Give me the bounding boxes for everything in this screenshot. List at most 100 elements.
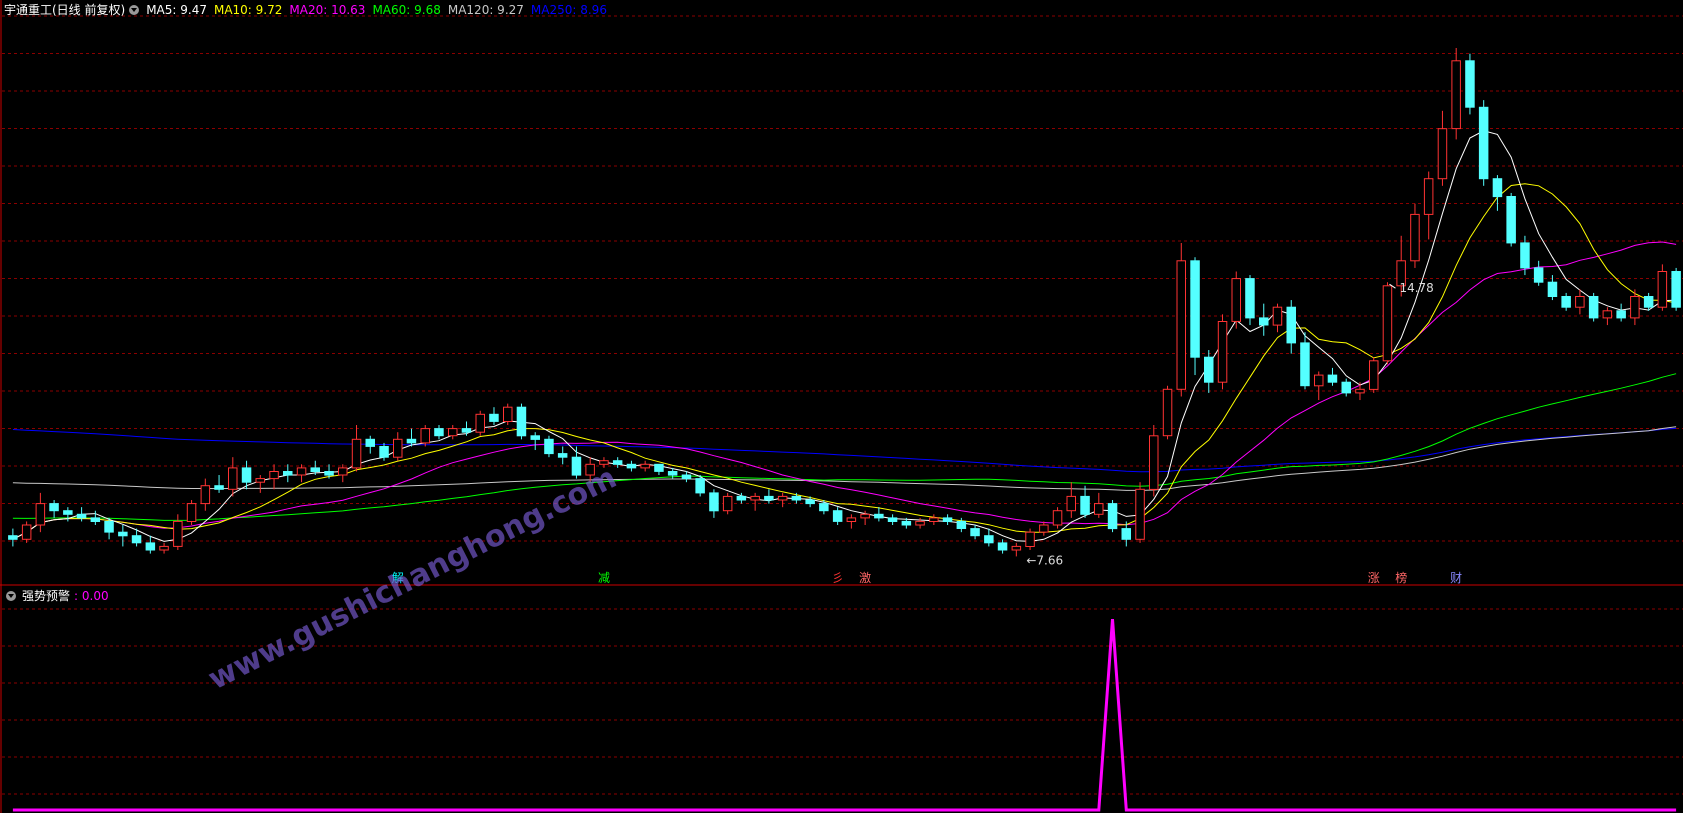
candle-body — [475, 413, 485, 433]
kline-chart[interactable]: 14.78←7.66解减彡激涨榜财www.gushichanghong.com — [0, 0, 1683, 813]
candle-body — [1135, 488, 1145, 540]
candle-body — [1300, 342, 1310, 387]
candle-body — [90, 517, 101, 523]
candle-body — [612, 460, 623, 465]
candle-body — [21, 524, 32, 540]
sub-indicator-label: 强势预警 — [22, 589, 71, 603]
candle-body — [709, 492, 719, 512]
ma120-legend: MA120: 9.27 — [447, 2, 524, 17]
candle-body — [351, 438, 362, 469]
candle-body — [448, 428, 458, 437]
candle-body — [901, 520, 912, 526]
candle-body — [571, 456, 582, 476]
candle-body — [76, 513, 87, 519]
candle-body — [1423, 178, 1434, 215]
candle-body — [929, 517, 939, 523]
candle-body — [970, 528, 980, 537]
candle-body — [1547, 281, 1558, 298]
candle-body — [984, 535, 994, 544]
candle-body — [338, 467, 348, 476]
watermark-text: www.gushichanghong.com — [203, 460, 623, 697]
candle-body — [1176, 260, 1186, 390]
candle-body — [420, 428, 430, 444]
candle-body — [173, 520, 183, 547]
candle-body — [489, 413, 499, 422]
candle-body — [681, 474, 692, 480]
candle-body — [1231, 278, 1241, 322]
signal-mark: 彡 — [832, 571, 844, 585]
candle-body — [1588, 296, 1599, 319]
candle-body — [1094, 503, 1104, 515]
candle-body — [1492, 178, 1503, 198]
candle-body — [1190, 260, 1200, 358]
candle-body — [1272, 306, 1283, 326]
candle-body — [1630, 296, 1640, 319]
candle-body — [997, 542, 1008, 551]
candle-body — [1533, 267, 1544, 283]
candle-body — [379, 446, 389, 458]
candle-body — [269, 471, 279, 480]
candle-body — [63, 510, 73, 515]
candle-body — [1245, 278, 1255, 319]
candle-body — [1465, 60, 1475, 108]
candle-body — [530, 435, 540, 440]
ma5-legend: MA5: 9.47 — [146, 2, 207, 17]
high-label: 14.78 — [1399, 281, 1433, 295]
candle-body — [1602, 310, 1613, 319]
signal-mark: 财 — [1450, 571, 1462, 585]
candle-body — [516, 406, 527, 437]
candle-body — [887, 517, 898, 523]
candle-body — [1286, 306, 1296, 344]
ma250-legend: MA250: 8.96 — [530, 2, 607, 17]
candle-body — [1052, 510, 1063, 526]
candle-body — [1259, 317, 1269, 326]
candle-body — [503, 406, 513, 423]
candle-body — [186, 503, 197, 523]
candle-body — [255, 478, 265, 483]
candle-body — [118, 531, 128, 537]
candle-body — [846, 517, 857, 523]
candle-body — [819, 503, 829, 512]
candle-body — [860, 513, 870, 519]
ma20-legend: MA20: 10.63 — [289, 2, 366, 17]
candle-body — [296, 467, 307, 476]
candle-body — [1451, 60, 1461, 130]
candle-body — [654, 463, 664, 472]
candle-body — [777, 495, 788, 501]
dropdown-circle-icon[interactable] — [129, 4, 140, 15]
candle-body — [915, 520, 925, 526]
main-legend: 宇通重工(日线 前复权) MA5: 9.47 MA10: 9.72 MA20: … — [4, 1, 614, 18]
candle-body — [1025, 531, 1035, 548]
candle-body — [1314, 374, 1324, 387]
candle-body — [626, 463, 637, 469]
candle-body — [695, 478, 705, 494]
candle-body — [1121, 528, 1131, 540]
candle-body — [228, 467, 238, 490]
signal-mark: 榜 — [1395, 570, 1407, 585]
ma10-legend: MA10: 9.72 — [213, 2, 283, 17]
low-label: ←7.66 — [1026, 553, 1063, 567]
candle-body — [1066, 495, 1076, 512]
sub-dropdown-circle-icon[interactable] — [6, 590, 16, 601]
candle-body — [1080, 495, 1090, 515]
candle-body — [1643, 296, 1654, 308]
candle-body — [874, 513, 884, 519]
candle-body — [1520, 242, 1530, 269]
candle-body — [832, 510, 843, 522]
candle-body — [805, 499, 815, 505]
candle-body — [1671, 271, 1681, 308]
candle-body — [1575, 296, 1585, 308]
candle-body — [35, 503, 46, 526]
candle-body — [750, 495, 760, 501]
candle-body — [544, 438, 554, 455]
candle-body — [434, 428, 444, 437]
candle-body — [1355, 388, 1365, 394]
candle-body — [791, 495, 802, 501]
candle-body — [1341, 381, 1351, 394]
candle-body — [131, 535, 142, 544]
candle-body — [956, 520, 967, 530]
candle-body — [1107, 503, 1118, 530]
candle-body — [942, 517, 953, 523]
candle-body — [365, 438, 375, 447]
candle-body — [8, 535, 18, 540]
